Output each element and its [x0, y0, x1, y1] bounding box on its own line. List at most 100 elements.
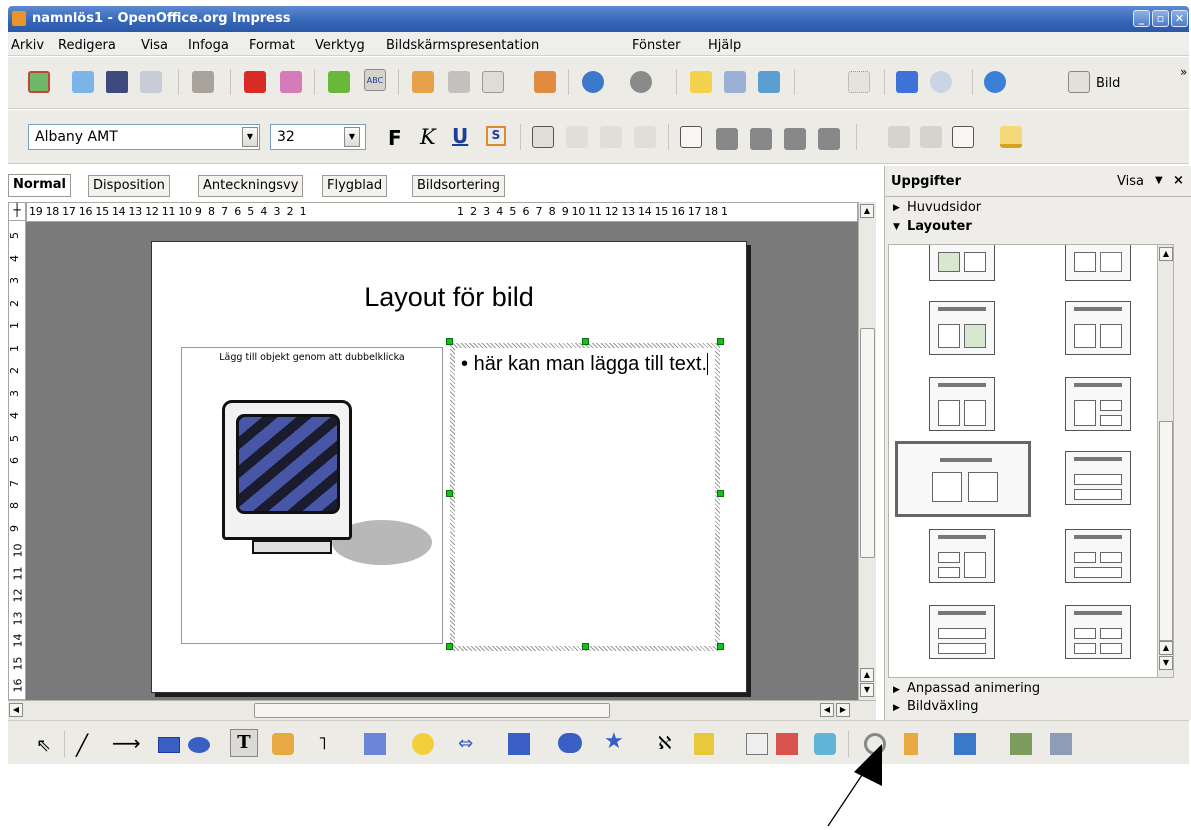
cut-icon[interactable] [412, 71, 434, 93]
section-layouter[interactable]: Layouter [907, 219, 972, 234]
section-anpassad-animering[interactable]: Anpassad animering [907, 681, 1040, 696]
demote-icon[interactable] [750, 128, 772, 150]
open-icon[interactable] [72, 71, 94, 93]
undo-icon[interactable] [582, 71, 604, 93]
promote-icon[interactable] [716, 128, 738, 150]
vertical-ruler[interactable]: 5 4 3 2 1 1 2 3 4 5 6 7 8 9 10 11 12 13 14 15 16 [8, 220, 26, 700]
glue-points-icon[interactable] [694, 733, 714, 755]
task-pane-view-menu[interactable]: Visa [1117, 174, 1144, 189]
layouts-scroll-up-2[interactable]: ▲ [1159, 641, 1173, 655]
navigator-icon[interactable] [758, 71, 780, 93]
handle-tl[interactable] [446, 338, 453, 345]
curve-icon[interactable] [272, 733, 294, 755]
autospellcheck-icon[interactable]: ABC [364, 69, 386, 91]
menu-format[interactable]: Format [249, 38, 295, 53]
arrange-icon[interactable] [954, 733, 976, 755]
italic-button[interactable]: K [420, 125, 436, 149]
layout-title-text-2objects[interactable] [1065, 377, 1131, 431]
from-file-icon[interactable] [776, 733, 798, 755]
handle-tc[interactable] [582, 338, 589, 345]
tab-normal[interactable]: Normal [8, 174, 71, 197]
minimize-button[interactable]: _ [1133, 10, 1150, 27]
new-slide-icon[interactable] [1068, 71, 1090, 93]
basic-shapes-icon[interactable] [364, 733, 386, 755]
line-arrow-icon[interactable]: ⟶ [112, 731, 141, 755]
vertical-scroll-thumb[interactable] [860, 328, 875, 558]
chart-icon[interactable] [690, 71, 712, 93]
slide-title[interactable]: Layout för bild [152, 282, 746, 313]
select-arrow-icon[interactable]: ⇖ [36, 735, 51, 756]
handle-mr[interactable] [717, 490, 724, 497]
character-icon[interactable] [888, 126, 910, 148]
layout-title-2objects-over-text[interactable] [1065, 529, 1131, 583]
layout-title-2objects-text[interactable] [1065, 451, 1131, 505]
layout-title-2objects-text-b[interactable] [929, 529, 995, 583]
points-icon[interactable]: ℵ [658, 733, 671, 754]
font-size-dropdown[interactable]: ▼ [344, 127, 360, 147]
grid-icon[interactable] [848, 71, 870, 93]
layout-title-object-text-selected[interactable] [895, 441, 1031, 517]
connector-icon[interactable]: ˥ [318, 733, 327, 754]
table-icon[interactable] [724, 71, 746, 93]
vertical-scrollbar[interactable]: ▲ ▲ ▼ [858, 202, 876, 702]
format-paintbrush-icon[interactable] [534, 71, 556, 93]
tab-anteckningsvy[interactable]: Anteckningsvy [198, 175, 304, 197]
handle-br[interactable] [717, 643, 724, 650]
rectangle-icon[interactable] [158, 737, 180, 753]
close-button[interactable]: ✕ [1171, 10, 1188, 27]
slide-body-text[interactable]: här kan man lägga till text. [474, 353, 707, 375]
layouts-scroll-thumb[interactable] [1159, 421, 1173, 641]
bold-button[interactable]: F [388, 126, 402, 150]
layout-title-text-over-object[interactable] [929, 605, 995, 659]
stars-icon[interactable]: ★ [604, 729, 624, 754]
menu-fonster[interactable]: Fönster [632, 38, 680, 53]
slide-canvas[interactable]: Layout för bild Lägg till objekt genom a… [151, 241, 747, 693]
chevron-down-icon[interactable]: ▼ [1155, 175, 1163, 186]
handle-tr[interactable] [717, 338, 724, 345]
scroll-down-button[interactable]: ▲ [860, 668, 874, 682]
horizontal-scrollbar[interactable]: ◀ ◀ ▶ [8, 700, 876, 720]
object-placeholder[interactable]: Lägg till objekt genom att dubbelklicka [181, 347, 443, 644]
move-up-icon[interactable] [784, 128, 806, 150]
maximize-button[interactable]: ▫ [1152, 10, 1169, 27]
handle-bc[interactable] [582, 643, 589, 650]
font-name-dropdown[interactable]: ▼ [242, 127, 258, 147]
section-bildvaxling[interactable]: Bildväxling [907, 699, 978, 714]
align-right-icon[interactable] [600, 126, 622, 148]
bullets-icon[interactable] [680, 126, 702, 148]
font-name-combo[interactable]: Albany AMT [28, 124, 260, 150]
text-placeholder-content[interactable]: • här kan man lägga till text. [455, 348, 715, 646]
layout-title-image-text[interactable] [929, 245, 995, 281]
scroll-up-button[interactable]: ▲ [860, 204, 874, 218]
underline-button[interactable]: U [452, 124, 468, 148]
scroll-prev-button[interactable]: ◀ [820, 703, 834, 717]
spellcheck-icon[interactable] [328, 71, 350, 93]
toolbar-overflow[interactable]: » [1180, 65, 1187, 79]
scroll-left-button[interactable]: ◀ [9, 703, 23, 717]
horizontal-ruler[interactable]: 19 18 17 16 15 14 13 12 11 10 9 8 7 6 5 … [26, 202, 858, 222]
align-left-icon[interactable] [532, 126, 554, 148]
shadow-button[interactable]: S [486, 126, 506, 146]
help-icon[interactable] [984, 71, 1006, 93]
toggle-extrusion-icon[interactable] [1050, 733, 1072, 755]
layout-title-text-image[interactable] [929, 301, 995, 355]
layout-title-text-object[interactable] [929, 377, 995, 431]
close-icon[interactable]: × [1173, 173, 1184, 188]
layouts-scroll-up[interactable]: ▲ [1159, 247, 1173, 261]
new-slide-label[interactable]: Bild [1096, 76, 1120, 91]
justify-icon[interactable] [634, 126, 656, 148]
menu-verktyg[interactable]: Verktyg [315, 38, 365, 53]
menu-redigera[interactable]: Redigera [58, 38, 116, 53]
layouts-scrollbar[interactable]: ▲ ▲ ▼ [1157, 245, 1173, 677]
print-icon[interactable] [280, 71, 302, 93]
extrusion-icon[interactable] [1010, 733, 1032, 755]
line-icon[interactable]: ╱ [76, 733, 88, 757]
email-icon[interactable] [140, 71, 162, 93]
helplines-icon[interactable] [896, 71, 918, 93]
menu-hjalp[interactable]: Hjälp [708, 38, 741, 53]
tab-flygblad[interactable]: Flygblad [322, 175, 388, 197]
text-placeholder[interactable]: • här kan man lägga till text. [450, 343, 720, 651]
menu-bildskarmspresentation[interactable]: Bildskärmspresentation [386, 38, 539, 53]
horizontal-scroll-thumb[interactable] [254, 703, 610, 718]
redo-icon[interactable] [630, 71, 652, 93]
